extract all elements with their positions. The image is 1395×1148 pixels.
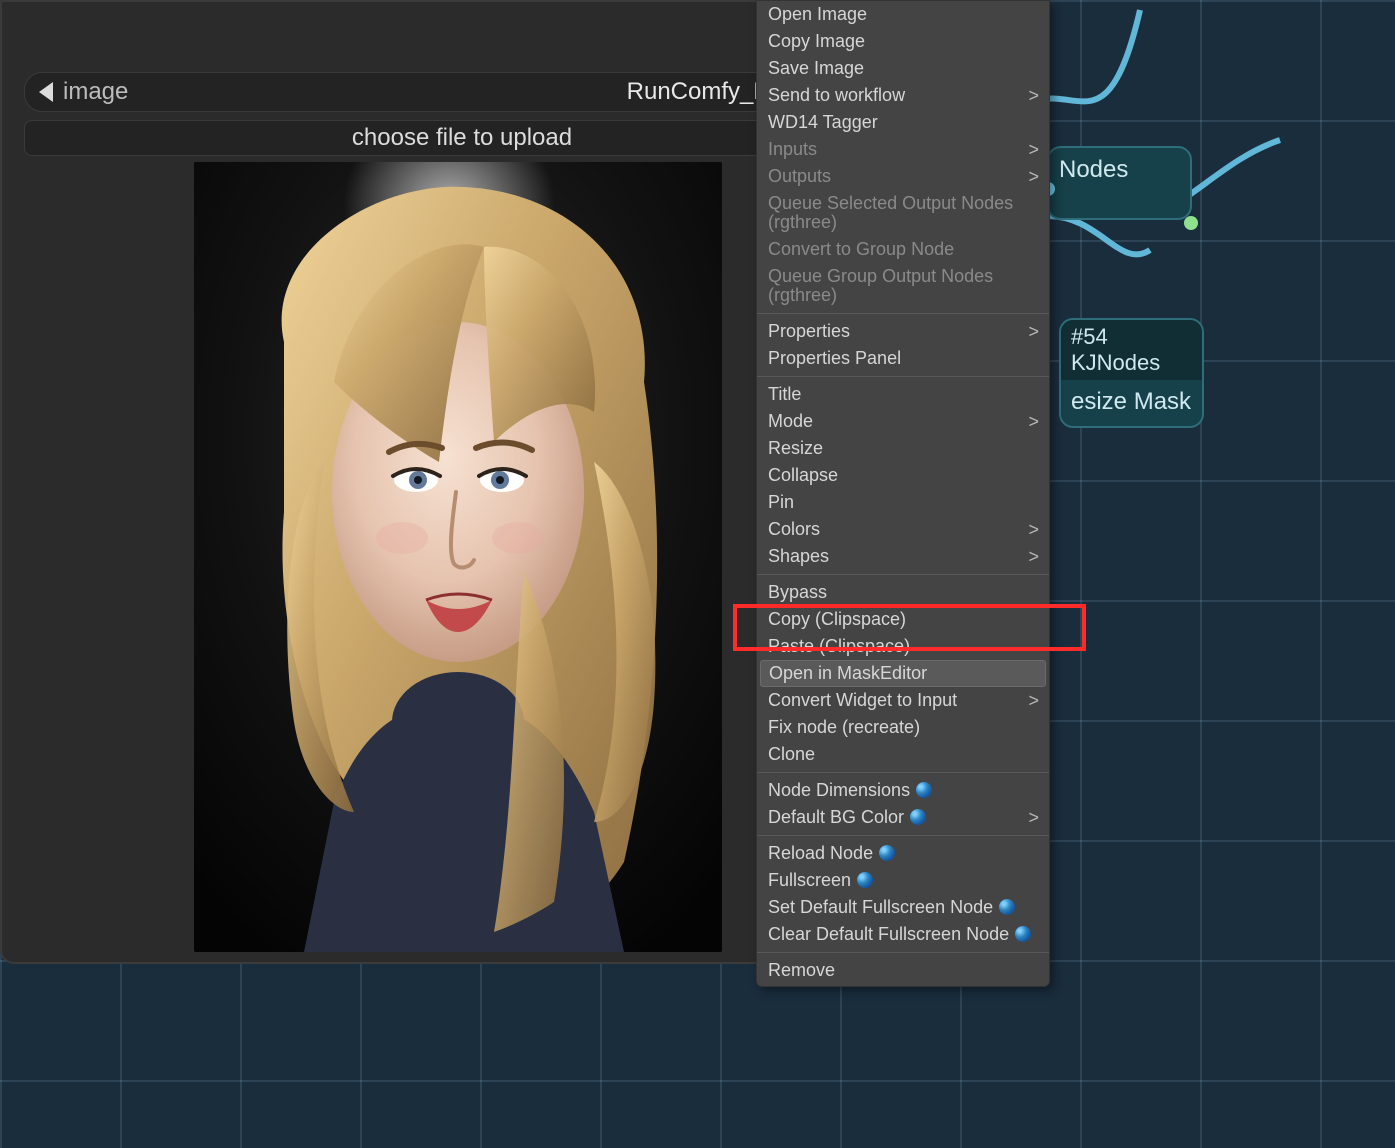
menu-default-bg-color[interactable]: Default BG Color> [757, 804, 1049, 831]
menu-convert-group-node[interactable]: Convert to Group Node [757, 236, 1049, 263]
menu-title[interactable]: Title [757, 381, 1049, 408]
kjnodes-top-label: Nodes [1059, 156, 1128, 183]
chevron-right-icon: > [1028, 520, 1039, 539]
menu-open-image[interactable]: Open Image [757, 1, 1049, 28]
chevron-right-icon: > [1028, 322, 1039, 341]
menu-queue-selected-output[interactable]: Queue Selected Output Nodes (rgthree) [757, 190, 1049, 236]
menu-separator [757, 952, 1049, 953]
node-output-port[interactable] [1184, 216, 1198, 230]
menu-shapes[interactable]: Shapes> [757, 543, 1049, 570]
menu-remove[interactable]: Remove [757, 957, 1049, 984]
image-widget-label: image [63, 78, 128, 106]
globe-icon [857, 872, 873, 888]
menu-fullscreen[interactable]: Fullscreen [757, 867, 1049, 894]
kjnodes-node-top[interactable]: Nodes [1047, 146, 1192, 220]
menu-mode[interactable]: Mode> [757, 408, 1049, 435]
chevron-right-icon: > [1028, 86, 1039, 105]
menu-separator [757, 835, 1049, 836]
chevron-right-icon: > [1028, 547, 1039, 566]
menu-paste-clipspace[interactable]: Paste (Clipspace) [757, 633, 1049, 660]
chevron-right-icon: > [1028, 167, 1039, 186]
menu-send-to-workflow[interactable]: Send to workflow> [757, 82, 1049, 109]
menu-save-image[interactable]: Save Image [757, 55, 1049, 82]
menu-inputs[interactable]: Inputs> [757, 136, 1049, 163]
menu-colors[interactable]: Colors> [757, 516, 1049, 543]
menu-clone[interactable]: Clone [757, 741, 1049, 768]
menu-copy-image[interactable]: Copy Image [757, 28, 1049, 55]
menu-separator [757, 376, 1049, 377]
triangle-left-icon [39, 82, 53, 102]
chevron-right-icon: > [1028, 808, 1039, 827]
menu-bypass[interactable]: Bypass [757, 579, 1049, 606]
globe-icon [1015, 926, 1031, 942]
menu-properties-panel[interactable]: Properties Panel [757, 345, 1049, 372]
chevron-right-icon: > [1028, 412, 1039, 431]
menu-fix-node[interactable]: Fix node (recreate) [757, 714, 1049, 741]
menu-pin[interactable]: Pin [757, 489, 1049, 516]
globe-icon [999, 899, 1015, 915]
menu-reload-node[interactable]: Reload Node [757, 840, 1049, 867]
context-menu: Open Image Copy Image Save Image Send to… [756, 0, 1050, 987]
image-preview[interactable] [194, 162, 722, 952]
globe-icon [879, 845, 895, 861]
chevron-right-icon: > [1028, 140, 1039, 159]
globe-icon [916, 782, 932, 798]
kjnode-mid-sub: esize Mask [1071, 388, 1191, 415]
menu-separator [757, 574, 1049, 575]
upload-button-label: choose file to upload [352, 124, 572, 152]
kjnode-mid-title: #54 KJNodes [1071, 324, 1160, 375]
menu-queue-group-output[interactable]: Queue Group Output Nodes (rgthree) [757, 263, 1049, 309]
menu-properties[interactable]: Properties> [757, 318, 1049, 345]
menu-separator [757, 313, 1049, 314]
globe-icon [910, 809, 926, 825]
menu-outputs[interactable]: Outputs> [757, 163, 1049, 190]
menu-resize[interactable]: Resize [757, 435, 1049, 462]
menu-node-dimensions[interactable]: Node Dimensions [757, 777, 1049, 804]
menu-copy-clipspace[interactable]: Copy (Clipspace) [757, 606, 1049, 633]
chevron-right-icon: > [1028, 691, 1039, 710]
kjnodes-node-54[interactable]: #54 KJNodes esize Mask [1059, 318, 1204, 428]
menu-open-mask-editor[interactable]: Open in MaskEditor [760, 660, 1046, 687]
menu-clear-default-fullscreen[interactable]: Clear Default Fullscreen Node [757, 921, 1049, 948]
menu-separator [757, 772, 1049, 773]
menu-collapse[interactable]: Collapse [757, 462, 1049, 489]
menu-convert-widget-input[interactable]: Convert Widget to Input> [757, 687, 1049, 714]
menu-set-default-fullscreen[interactable]: Set Default Fullscreen Node [757, 894, 1049, 921]
menu-wd14-tagger[interactable]: WD14 Tagger [757, 109, 1049, 136]
